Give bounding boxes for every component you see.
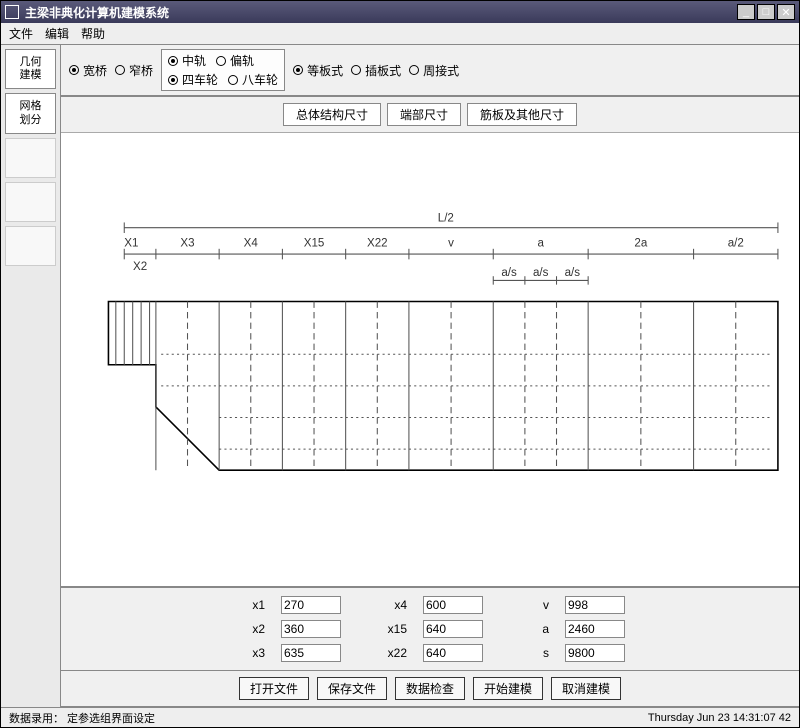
sidebar-slot-2: [5, 182, 56, 222]
dim-X1: X1: [124, 238, 138, 250]
status-right: Thursday Jun 23 14:31:07 42: [648, 712, 791, 724]
radio-weld-style-label: 周接式: [423, 62, 459, 79]
radio-off-rail-label: 偏轨: [230, 52, 254, 69]
main-area: 宽桥 窄桥 中轨 偏轨 四车轮 八车轮 等板式 插板式 周接式: [61, 45, 799, 707]
dim-a2: a/2: [728, 238, 744, 250]
radio-eight-wheel-label: 八车轮: [242, 71, 278, 88]
input-x1[interactable]: [281, 596, 341, 614]
input-x3[interactable]: [281, 644, 341, 662]
label-x4: x4: [367, 598, 407, 612]
group-rail-wheel: 中轨 偏轨 四车轮 八车轮: [161, 49, 285, 91]
open-file-button[interactable]: 打开文件: [239, 677, 309, 700]
input-s[interactable]: [565, 644, 625, 662]
body: 几何 建模 网格 划分 宽桥 窄桥 中轨 偏轨 四车轮: [1, 45, 799, 707]
app-icon: [5, 5, 19, 19]
menu-help[interactable]: 帮助: [81, 25, 105, 42]
window-title: 主梁非典化计算机建模系统: [25, 4, 737, 21]
diagram-area: L/2 X1: [61, 133, 799, 588]
statusbar: 数据录用： 定参选组界面设定 Thursday Jun 23 14:31:07 …: [1, 707, 799, 727]
radio-four-wheel-label: 四车轮: [182, 71, 218, 88]
dim-X22: X22: [367, 238, 388, 250]
label-v: v: [509, 598, 549, 612]
titlebar: 主梁非典化计算机建模系统 _ □ ✕: [1, 1, 799, 23]
radio-center-rail[interactable]: 中轨: [168, 52, 206, 69]
radio-narrow[interactable]: 窄桥: [115, 62, 153, 79]
menubar: 文件 编辑 帮助: [1, 23, 799, 45]
dim-a: a: [537, 238, 544, 250]
beam-diagram: L/2 X1: [61, 133, 799, 586]
status-left: 数据录用： 定参选组界面设定: [9, 710, 155, 726]
tab-rib[interactable]: 筋板及其他尺寸: [467, 103, 577, 126]
radio-four-wheel[interactable]: 四车轮: [168, 71, 218, 88]
dim-as1: a/s: [501, 267, 517, 279]
dim-v: v: [448, 238, 454, 250]
radio-equal-plate[interactable]: 等板式: [293, 62, 343, 79]
menu-edit[interactable]: 编辑: [45, 25, 69, 42]
dim-2a: 2a: [634, 238, 647, 250]
menu-file[interactable]: 文件: [9, 25, 33, 42]
radio-center-rail-label: 中轨: [182, 52, 206, 69]
input-a[interactable]: [565, 620, 625, 638]
label-x3: x3: [225, 646, 265, 660]
radio-wide[interactable]: 宽桥: [69, 62, 107, 79]
dim-half-L: L/2: [438, 212, 454, 224]
tabs: 总体结构尺寸 端部尺寸 筋板及其他尺寸: [61, 97, 799, 133]
sidebar-btn-mesh[interactable]: 网格 划分: [5, 93, 56, 133]
group-plate-style: 等板式 插板式 周接式: [293, 62, 459, 79]
sidebar-slot-1: [5, 138, 56, 178]
radio-wide-label: 宽桥: [83, 62, 107, 79]
window-controls: _ □ ✕: [737, 4, 795, 20]
dim-X4: X4: [244, 238, 259, 250]
cancel-model-button[interactable]: 取消建模: [551, 677, 621, 700]
radio-eight-wheel[interactable]: 八车轮: [228, 71, 278, 88]
dim-as2: a/s: [533, 267, 549, 279]
radio-narrow-label: 窄桥: [129, 62, 153, 79]
label-a: a: [509, 622, 549, 636]
label-x2: x2: [225, 622, 265, 636]
input-x22[interactable]: [423, 644, 483, 662]
tab-overall[interactable]: 总体结构尺寸: [283, 103, 381, 126]
group-width: 宽桥 窄桥: [69, 62, 153, 79]
dim-as3: a/s: [565, 267, 581, 279]
params-grid: x1 x4 v x2 x15 a x3 x22 s: [225, 596, 635, 662]
maximize-button[interactable]: □: [757, 4, 775, 20]
label-x15: x15: [367, 622, 407, 636]
label-s: s: [509, 646, 549, 660]
input-x15[interactable]: [423, 620, 483, 638]
tab-end[interactable]: 端部尺寸: [387, 103, 461, 126]
options-row: 宽桥 窄桥 中轨 偏轨 四车轮 八车轮 等板式 插板式 周接式: [61, 45, 799, 97]
params-panel: x1 x4 v x2 x15 a x3 x22 s: [61, 588, 799, 671]
dim-X2: X2: [133, 261, 147, 273]
sidebar-btn-geometry[interactable]: 几何 建模: [5, 49, 56, 89]
input-x2[interactable]: [281, 620, 341, 638]
label-x1: x1: [225, 598, 265, 612]
check-data-button[interactable]: 数据检查: [395, 677, 465, 700]
minimize-button[interactable]: _: [737, 4, 755, 20]
label-x22: x22: [367, 646, 407, 660]
app-window: 主梁非典化计算机建模系统 _ □ ✕ 文件 编辑 帮助 几何 建模 网格 划分 …: [0, 0, 800, 728]
radio-insert-plate-label: 插板式: [365, 62, 401, 79]
radio-off-rail[interactable]: 偏轨: [216, 52, 254, 69]
input-x4[interactable]: [423, 596, 483, 614]
radio-weld-style[interactable]: 周接式: [409, 62, 459, 79]
start-model-button[interactable]: 开始建模: [473, 677, 543, 700]
radio-insert-plate[interactable]: 插板式: [351, 62, 401, 79]
dim-X15: X15: [304, 238, 325, 250]
actions-row: 打开文件 保存文件 数据检查 开始建模 取消建模: [61, 671, 799, 707]
save-file-button[interactable]: 保存文件: [317, 677, 387, 700]
dim-X3: X3: [180, 238, 194, 250]
sidebar-slot-3: [5, 226, 56, 266]
radio-equal-plate-label: 等板式: [307, 62, 343, 79]
input-v[interactable]: [565, 596, 625, 614]
sidebar: 几何 建模 网格 划分: [1, 45, 61, 707]
close-button[interactable]: ✕: [777, 4, 795, 20]
